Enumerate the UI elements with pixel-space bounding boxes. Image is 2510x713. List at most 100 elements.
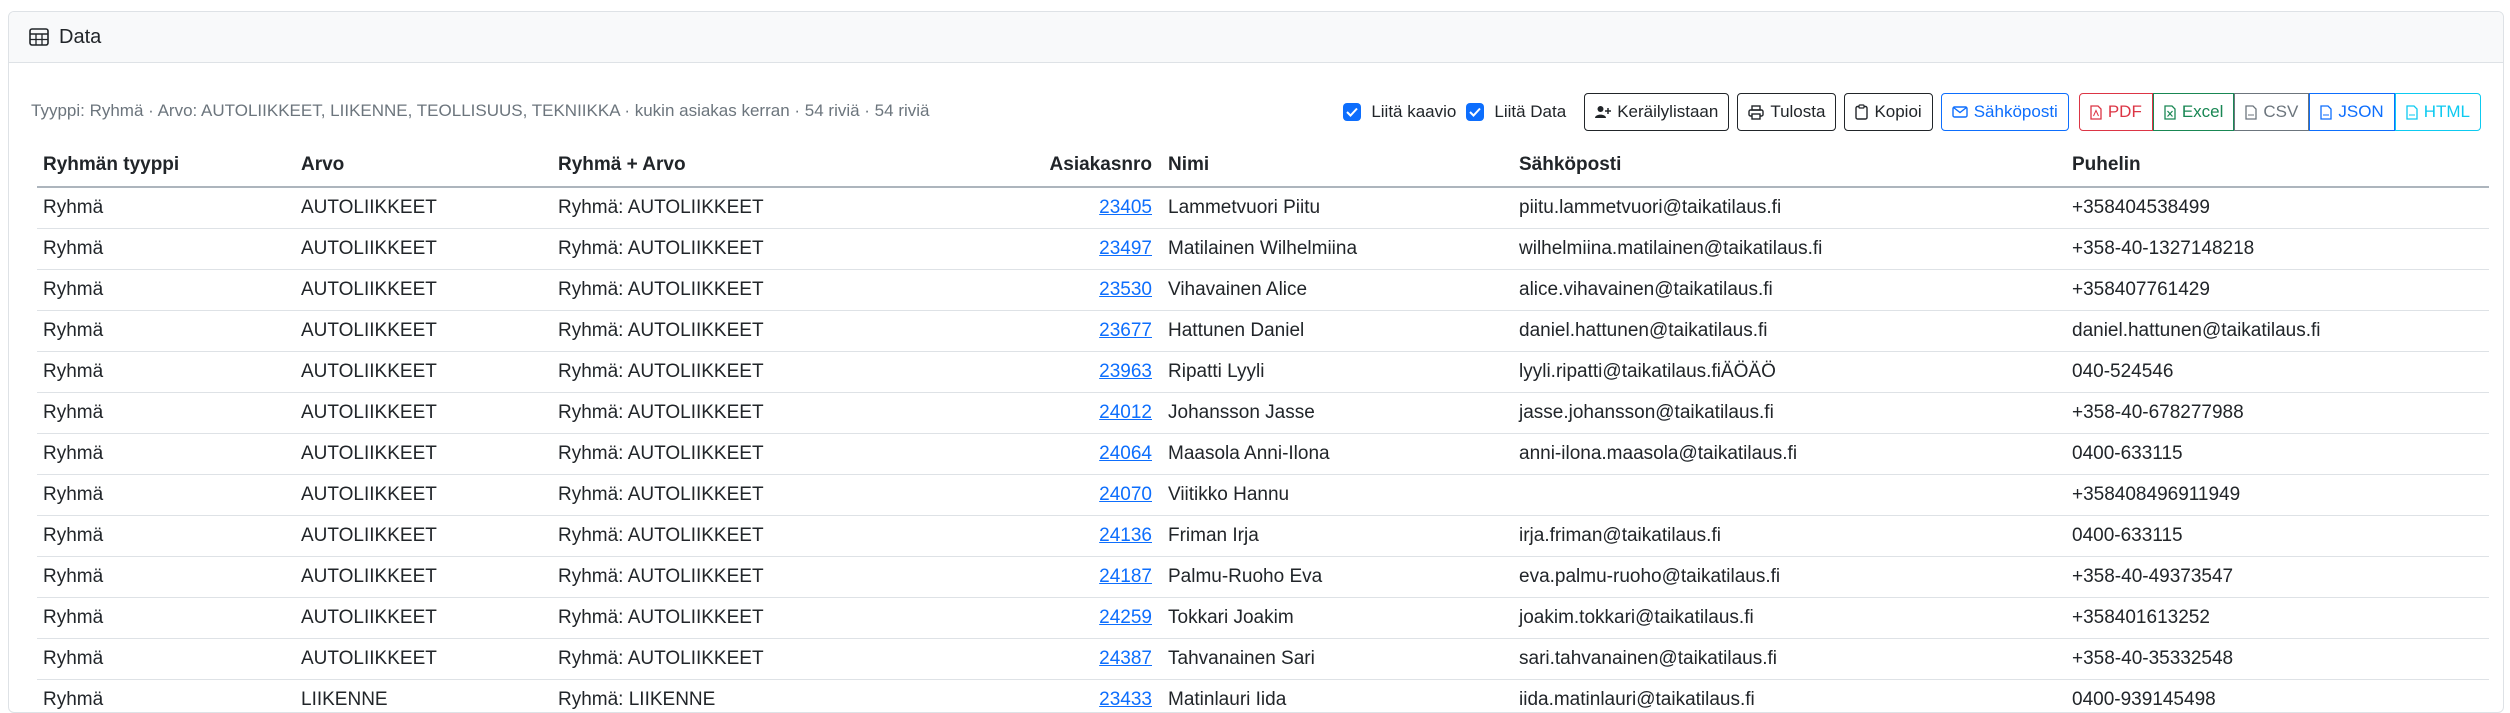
customer-number-link[interactable]: 24070 xyxy=(1099,484,1152,505)
attach-data-checkbox[interactable]: Liitä Data xyxy=(1466,102,1566,122)
table-row: RyhmäAUTOLIIKKEETRyhmä: AUTOLIIKKEET2407… xyxy=(37,475,2489,516)
group-value-cell: Ryhmä: LIIKENNE xyxy=(552,680,902,713)
name-cell: Friman Irja xyxy=(1162,516,1513,557)
name-cell: Ripatti Lyyli xyxy=(1162,352,1513,393)
print-button[interactable]: Tulosta xyxy=(1737,93,1836,131)
customer-number-link[interactable]: 24064 xyxy=(1099,443,1152,464)
envelope-icon xyxy=(1952,106,1968,118)
value-cell: AUTOLIIKKEET xyxy=(295,229,552,270)
column-header-group-value[interactable]: Ryhmä + Arvo xyxy=(552,143,902,187)
export-csv-button[interactable]: CSV xyxy=(2234,93,2309,131)
checkbox-checked-icon xyxy=(1466,103,1484,121)
group-value-cell: Ryhmä: AUTOLIIKKEET xyxy=(552,516,902,557)
export-excel-button[interactable]: Excel xyxy=(2153,93,2235,131)
customer-number-cell: 23405 xyxy=(902,187,1162,229)
value-cell: AUTOLIIKKEET xyxy=(295,557,552,598)
table-row: RyhmäAUTOLIIKKEETRyhmä: AUTOLIIKKEET2401… xyxy=(37,393,2489,434)
customer-number-link[interactable]: 24259 xyxy=(1099,607,1152,628)
actions: Liitä kaavio Liitä Data Keräilylistaan xyxy=(1343,93,2481,131)
name-cell: Matilainen Wilhelmiina xyxy=(1162,229,1513,270)
group-type-cell: Ryhmä xyxy=(37,516,295,557)
customer-number-cell: 24187 xyxy=(902,557,1162,598)
value-cell: AUTOLIIKKEET xyxy=(295,187,552,229)
customer-number-link[interactable]: 24387 xyxy=(1099,648,1152,669)
customer-number-link[interactable]: 23405 xyxy=(1099,197,1152,218)
person-plus-icon xyxy=(1595,105,1611,119)
table-row: RyhmäAUTOLIIKKEETRyhmä: AUTOLIIKKEET2396… xyxy=(37,352,2489,393)
group-value-cell: Ryhmä: AUTOLIIKKEET xyxy=(552,639,902,680)
email-cell: sari.tahvanainen@taikatilaus.fi xyxy=(1513,639,2066,680)
table-row: RyhmäAUTOLIIKKEETRyhmä: AUTOLIIKKEET2406… xyxy=(37,434,2489,475)
customer-number-link[interactable]: 24187 xyxy=(1099,566,1152,587)
column-header-value[interactable]: Arvo xyxy=(295,143,552,187)
summary-text: Tyyppi: Ryhmä · Arvo: AUTOLIIKKEET, LIIK… xyxy=(31,101,930,121)
customer-number-link[interactable]: 23677 xyxy=(1099,320,1152,341)
phone-cell: 0400-633115 xyxy=(2066,516,2489,557)
column-header-name[interactable]: Nimi xyxy=(1162,143,1513,187)
email-button[interactable]: Sähköposti xyxy=(1941,93,2069,131)
column-header-phone[interactable]: Puhelin xyxy=(2066,143,2489,187)
phone-cell: +358-40-1327148218 xyxy=(2066,229,2489,270)
copy-button[interactable]: Kopioi xyxy=(1844,93,1932,131)
email-cell: alice.vihavainen@taikatilaus.fi xyxy=(1513,270,2066,311)
column-header-email[interactable]: Sähköposti xyxy=(1513,143,2066,187)
table-row: RyhmäAUTOLIIKKEETRyhmä: AUTOLIIKKEET2367… xyxy=(37,311,2489,352)
group-type-cell: Ryhmä xyxy=(37,434,295,475)
customer-number-link[interactable]: 23497 xyxy=(1099,238,1152,259)
email-cell: daniel.hattunen@taikatilaus.fi xyxy=(1513,311,2066,352)
customer-number-cell: 24012 xyxy=(902,393,1162,434)
table-row: RyhmäAUTOLIIKKEETRyhmä: AUTOLIIKKEET2340… xyxy=(37,187,2489,229)
attach-chart-checkbox[interactable]: Liitä kaavio xyxy=(1343,102,1456,122)
data-table: Ryhmän tyyppi Arvo Ryhmä + Arvo Asiakasn… xyxy=(37,143,2489,713)
customer-number-link[interactable]: 24012 xyxy=(1099,402,1152,423)
column-header-group-type[interactable]: Ryhmän tyyppi xyxy=(37,143,295,187)
export-html-button[interactable]: HTML xyxy=(2395,93,2481,131)
customer-number-link[interactable]: 23963 xyxy=(1099,361,1152,382)
export-pdf-button[interactable]: PDF xyxy=(2079,93,2153,131)
export-json-button[interactable]: JSON xyxy=(2309,93,2394,131)
group-type-cell: Ryhmä xyxy=(37,229,295,270)
table-body: RyhmäAUTOLIIKKEETRyhmä: AUTOLIIKKEET2340… xyxy=(37,187,2489,713)
name-cell: Tahvanainen Sari xyxy=(1162,639,1513,680)
name-cell: Johansson Jasse xyxy=(1162,393,1513,434)
table-row: RyhmäAUTOLIIKKEETRyhmä: AUTOLIIKKEET2425… xyxy=(37,598,2489,639)
group-type-cell: Ryhmä xyxy=(37,270,295,311)
customer-number-cell: 23530 xyxy=(902,270,1162,311)
customer-number-link[interactable]: 24136 xyxy=(1099,525,1152,546)
export-csv-label: CSV xyxy=(2263,102,2298,122)
phone-cell: 040-524546 xyxy=(2066,352,2489,393)
group-type-cell: Ryhmä xyxy=(37,680,295,713)
customer-number-cell: 23497 xyxy=(902,229,1162,270)
email-cell: jasse.johansson@taikatilaus.fi xyxy=(1513,393,2066,434)
column-header-customer-number[interactable]: Asiakasnro xyxy=(902,143,1162,187)
phone-cell: +358-40-678277988 xyxy=(2066,393,2489,434)
printer-icon xyxy=(1748,105,1764,120)
customer-number-link[interactable]: 23530 xyxy=(1099,279,1152,300)
export-html-label: HTML xyxy=(2424,102,2470,122)
header-row: Ryhmän tyyppi Arvo Ryhmä + Arvo Asiakasn… xyxy=(37,143,2489,187)
value-cell: AUTOLIIKKEET xyxy=(295,434,552,475)
attach-chart-label: Liitä kaavio xyxy=(1371,102,1456,122)
group-type-cell: Ryhmä xyxy=(37,393,295,434)
picklist-button[interactable]: Keräilylistaan xyxy=(1584,93,1729,131)
customer-number-link[interactable]: 23433 xyxy=(1099,689,1152,710)
email-cell: eva.palmu-ruoho@taikatilaus.fi xyxy=(1513,557,2066,598)
name-cell: Hattunen Daniel xyxy=(1162,311,1513,352)
name-cell: Maasola Anni-Ilona xyxy=(1162,434,1513,475)
group-value-cell: Ryhmä: AUTOLIIKKEET xyxy=(552,557,902,598)
phone-cell: 0400-633115 xyxy=(2066,434,2489,475)
table-row: RyhmäAUTOLIIKKEETRyhmä: AUTOLIIKKEET2438… xyxy=(37,639,2489,680)
table-row: RyhmäAUTOLIIKKEETRyhmä: AUTOLIIKKEET2349… xyxy=(37,229,2489,270)
name-cell: Palmu-Ruoho Eva xyxy=(1162,557,1513,598)
email-cell xyxy=(1513,475,2066,516)
group-value-cell: Ryhmä: AUTOLIIKKEET xyxy=(552,187,902,229)
table-row: RyhmäAUTOLIIKKEETRyhmä: AUTOLIIKKEET2418… xyxy=(37,557,2489,598)
email-cell: lyyli.ripatti@taikatilaus.fiÄÖÄÖ xyxy=(1513,352,2066,393)
export-json-label: JSON xyxy=(2338,102,2383,122)
customer-number-cell: 23963 xyxy=(902,352,1162,393)
group-value-cell: Ryhmä: AUTOLIIKKEET xyxy=(552,270,902,311)
group-value-cell: Ryhmä: AUTOLIIKKEET xyxy=(552,352,902,393)
card-header: Data xyxy=(9,12,2503,63)
value-cell: AUTOLIIKKEET xyxy=(295,475,552,516)
phone-cell: 0400-939145498 xyxy=(2066,680,2489,713)
